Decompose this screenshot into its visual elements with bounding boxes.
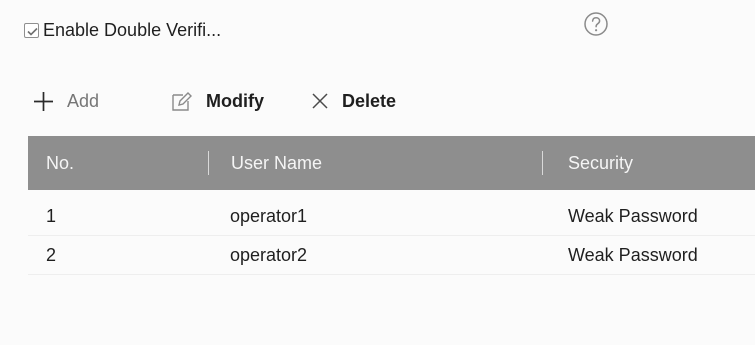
modify-button-label: Modify bbox=[206, 90, 265, 111]
help-icon-graphic bbox=[584, 12, 608, 36]
cell-security: Weak Password bbox=[568, 244, 698, 265]
cell-user-name: operator1 bbox=[230, 205, 308, 226]
table-header: No. User Name Security bbox=[28, 136, 755, 190]
column-header-no: No. bbox=[28, 136, 208, 190]
cell-user-name: operator2 bbox=[230, 244, 308, 265]
delete-button-label: Delete bbox=[342, 90, 397, 111]
double-verification-label: Enable Double Verifi... bbox=[43, 20, 222, 40]
check-icon bbox=[27, 27, 38, 36]
help-icon[interactable] bbox=[582, 10, 610, 38]
delete-user-button[interactable]: Delete bbox=[310, 86, 396, 116]
plus-icon bbox=[34, 91, 53, 111]
modify-user-button[interactable]: Modify bbox=[169, 86, 264, 116]
cell-no: 1 bbox=[46, 205, 57, 226]
user-toolbar: Add Modify Delete bbox=[32, 86, 396, 116]
cell-security: Weak Password bbox=[568, 205, 698, 226]
add-user-button[interactable]: Add bbox=[32, 86, 99, 116]
cell-no: 2 bbox=[46, 244, 57, 265]
column-header-security: Security bbox=[542, 136, 755, 190]
double-verification-option[interactable]: Enable Double Verifi... bbox=[24, 20, 221, 41]
column-header-user-name-label: User Name bbox=[231, 152, 323, 173]
table-row[interactable]: 1 operator1 Weak Password bbox=[28, 197, 755, 236]
user-management-panel: Enable Double Verifi... Add Modify Delet… bbox=[0, 0, 755, 345]
close-icon bbox=[312, 93, 328, 109]
double-verification-checkbox[interactable] bbox=[24, 23, 39, 38]
edit-icon bbox=[172, 91, 193, 111]
column-header-security-label: Security bbox=[568, 152, 634, 173]
column-divider bbox=[208, 151, 209, 175]
add-button-label: Add bbox=[67, 90, 100, 111]
table-row[interactable]: 2 operator2 Weak Password bbox=[28, 236, 755, 275]
column-divider bbox=[542, 151, 543, 175]
column-header-user-name: User Name bbox=[208, 136, 542, 190]
column-header-no-label: No. bbox=[46, 152, 75, 173]
users-table: No. User Name Security 1 operator1 Weak … bbox=[28, 136, 755, 275]
